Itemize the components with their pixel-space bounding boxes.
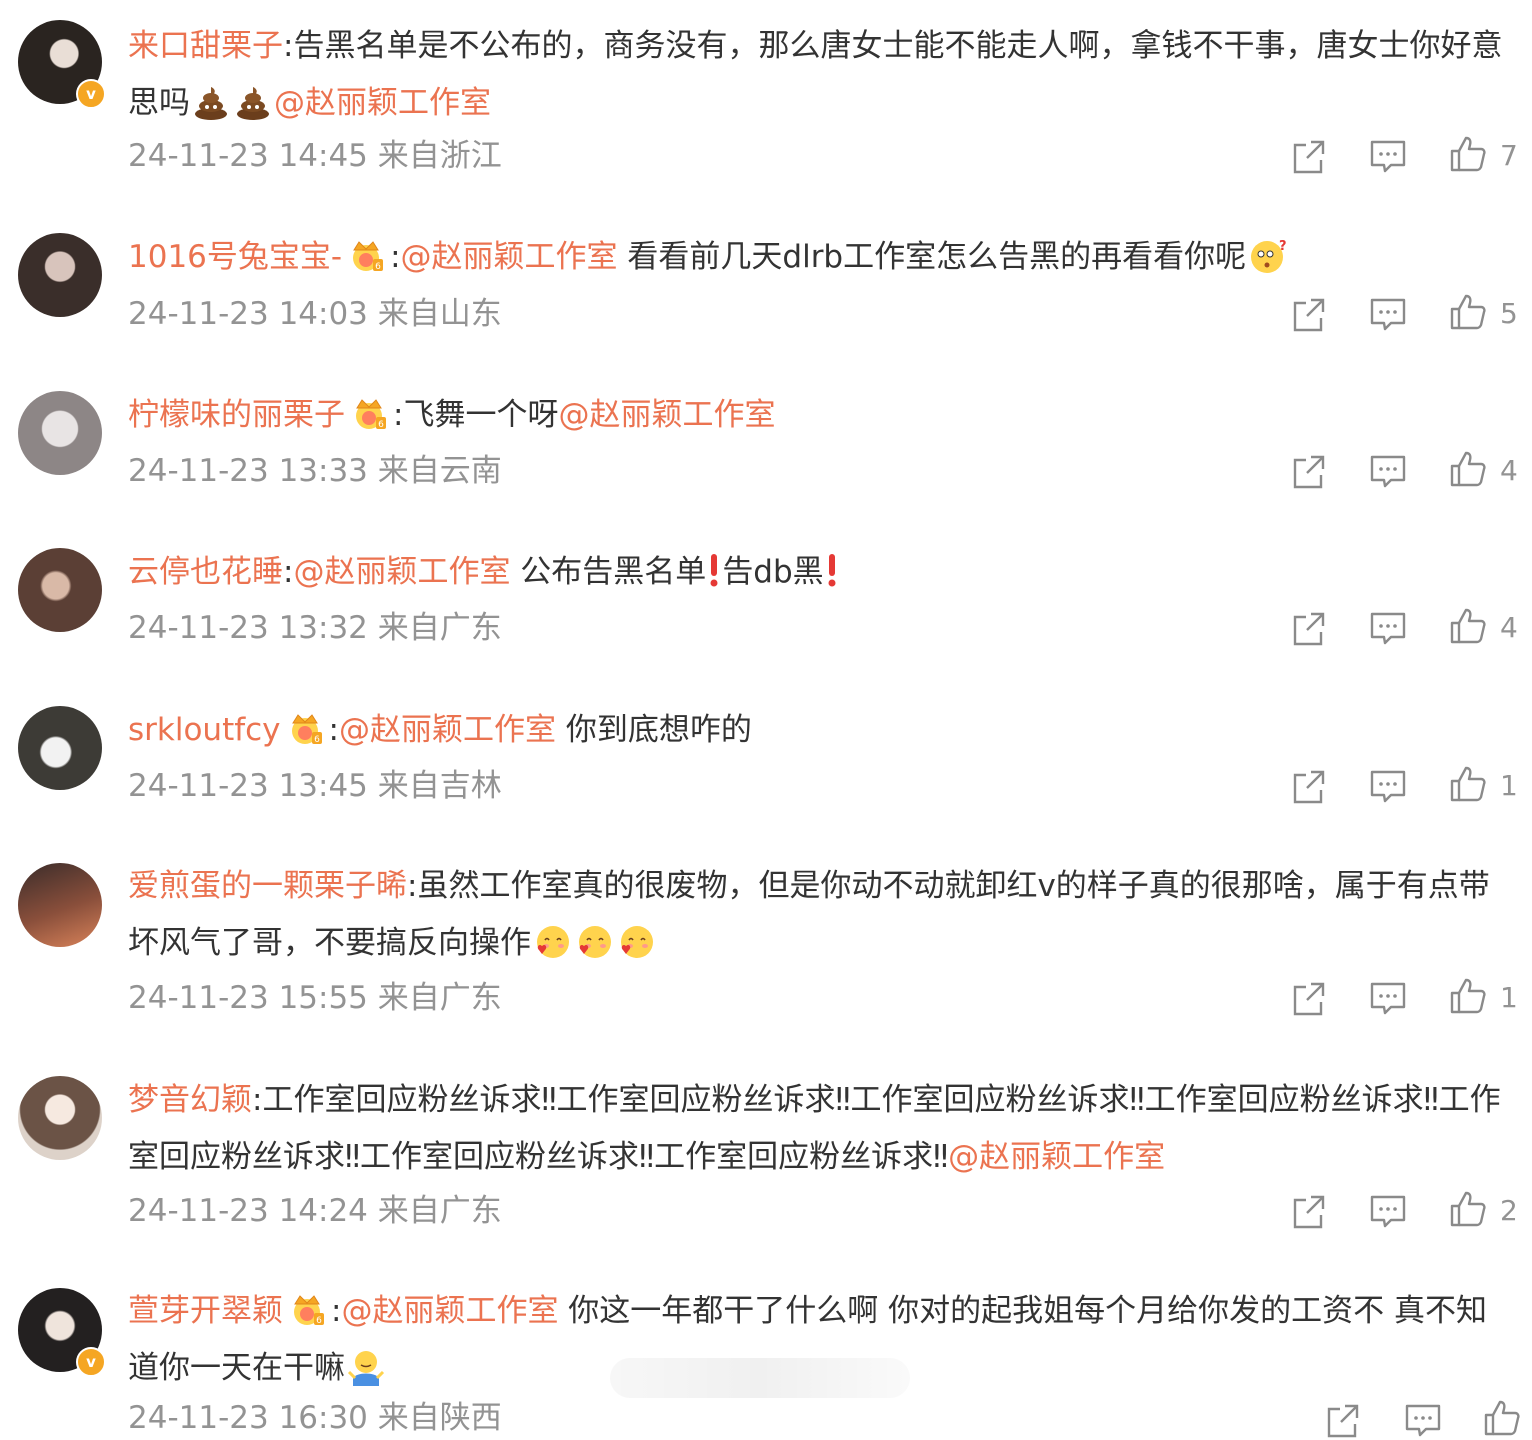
- comment-icon[interactable]: [1368, 766, 1408, 806]
- confused-emoji-icon: [1248, 237, 1286, 275]
- comment-text: :: [283, 554, 294, 590]
- comment-body: 云停也花睡:@赵丽颖工作室 公布告黑名单 告db黑: [128, 544, 1516, 601]
- comment-icon[interactable]: [1368, 136, 1408, 176]
- share-icon[interactable]: [1289, 978, 1329, 1018]
- username-link[interactable]: 梦音幻颖: [128, 1082, 252, 1118]
- verified-badge-icon: v: [76, 79, 106, 109]
- comment-icon[interactable]: [1368, 1191, 1408, 1231]
- username-link[interactable]: 柠檬味的丽栗子: [128, 397, 345, 433]
- comment-meta: 24-11-23 14:24 来自广东: [128, 1193, 502, 1229]
- crown-badge-icon: [346, 236, 386, 274]
- like-count: 1: [1500, 981, 1518, 1014]
- watermark-overlay: [610, 1358, 910, 1398]
- comment-icon[interactable]: [1368, 608, 1408, 648]
- comment-body: 1016号兔宝宝-:@赵丽颖工作室 看看前几天dlrb工作室怎么告黑的再看看你呢: [128, 229, 1516, 286]
- username-link[interactable]: 云停也花睡: [128, 554, 283, 590]
- like-count: 7: [1500, 139, 1518, 172]
- share-icon[interactable]: [1289, 608, 1329, 648]
- like-icon[interactable]: [1448, 1189, 1488, 1229]
- avatar[interactable]: [18, 863, 102, 947]
- mention-link[interactable]: @赵丽颖工作室: [948, 1139, 1165, 1175]
- like-icon[interactable]: [1448, 134, 1488, 174]
- like-icon[interactable]: [1448, 764, 1488, 804]
- comment-meta: 24-11-23 13:33 来自云南: [128, 453, 502, 489]
- mention-link[interactable]: @赵丽颖工作室: [293, 554, 510, 590]
- comment-text: :: [390, 239, 401, 275]
- like-icon[interactable]: [1482, 1398, 1522, 1438]
- share-icon[interactable]: [1289, 766, 1329, 806]
- comment-text: 看看前几天dlrb工作室怎么告黑的再看看你呢: [617, 239, 1247, 275]
- like-count: 1: [1500, 769, 1518, 802]
- comment-text: :: [328, 712, 339, 748]
- crown-badge-icon: [349, 394, 389, 432]
- comment-meta: 24-11-23 13:45 来自吉林: [128, 768, 502, 804]
- mention-link[interactable]: @赵丽颖工作室: [274, 85, 491, 121]
- love-emoji-icon: [533, 923, 571, 961]
- comment-text: 公布告黑名单: [510, 554, 707, 590]
- like-count: 4: [1500, 611, 1518, 644]
- comment-body: srkloutfcy:@赵丽颖工作室 你到底想咋的: [128, 702, 1516, 759]
- share-icon[interactable]: [1289, 136, 1329, 176]
- mention-link[interactable]: @赵丽颖工作室: [558, 397, 775, 433]
- avatar[interactable]: [18, 233, 102, 317]
- poop-emoji-icon: [234, 83, 272, 121]
- like-count: 2: [1500, 1194, 1518, 1227]
- mention-link[interactable]: @赵丽颖工作室: [401, 239, 618, 275]
- comment-icon[interactable]: [1368, 978, 1408, 1018]
- comment-body: 梦音幻颖:工作室回应粉丝诉求‼工作室回应粉丝诉求‼工作室回应粉丝诉求‼工作室回应…: [128, 1072, 1516, 1186]
- comment-body: 爱煎蛋的一颗栗子晞:虽然工作室真的很废物，但是你动不动就卸红v的样子真的很那啥，…: [128, 858, 1516, 972]
- comment-meta: 24-11-23 16:30 来自陕西: [128, 1400, 502, 1436]
- love-emoji-icon: [617, 923, 655, 961]
- share-icon[interactable]: [1289, 451, 1329, 491]
- username-link[interactable]: 1016号兔宝宝-: [128, 239, 342, 275]
- shrug-emoji-icon: [347, 1348, 385, 1386]
- like-icon[interactable]: [1448, 449, 1488, 489]
- like-count: 4: [1500, 454, 1518, 487]
- crown-badge-icon: [285, 709, 325, 747]
- like-icon[interactable]: [1448, 976, 1488, 1016]
- username-link[interactable]: 萱芽开翠颖: [128, 1293, 283, 1329]
- avatar[interactable]: [18, 1076, 102, 1160]
- like-icon[interactable]: [1448, 292, 1488, 332]
- username-link[interactable]: 来口甜栗子: [128, 28, 283, 64]
- exclamation-emoji-icon: [708, 552, 720, 588]
- comment-icon[interactable]: [1368, 294, 1408, 334]
- comment-meta: 24-11-23 15:55 来自广东: [128, 980, 502, 1016]
- comment-meta: 24-11-23 14:03 来自山东: [128, 296, 502, 332]
- share-icon[interactable]: [1323, 1400, 1363, 1440]
- crown-badge-icon: [287, 1290, 327, 1328]
- mention-link[interactable]: @赵丽颖工作室: [339, 712, 556, 748]
- comment-meta: 24-11-23 14:45 来自浙江: [128, 138, 502, 174]
- comment-text: :工作室回应粉丝诉求‼工作室回应粉丝诉求‼工作室回应粉丝诉求‼工作室回应粉丝诉求…: [128, 1082, 1501, 1175]
- comment-text: 告db黑: [722, 554, 824, 590]
- love-emoji-icon: [575, 923, 613, 961]
- comment-icon[interactable]: [1403, 1400, 1443, 1440]
- mention-link[interactable]: @赵丽颖工作室: [341, 1293, 558, 1329]
- comment-text: :: [331, 1293, 342, 1329]
- username-link[interactable]: 爱煎蛋的一颗栗子晞: [128, 868, 407, 904]
- avatar[interactable]: [18, 548, 102, 632]
- share-icon[interactable]: [1289, 294, 1329, 334]
- verified-badge-icon: v: [76, 1347, 106, 1377]
- like-icon[interactable]: [1448, 606, 1488, 646]
- comment-body: 来口甜栗子:告黑名单是不公布的，商务没有，那么唐女士能不能走人啊，拿钱不干事，唐…: [128, 18, 1516, 132]
- username-link[interactable]: srkloutfcy: [128, 712, 281, 748]
- comment-body: 柠檬味的丽栗子 :飞舞一个呀@赵丽颖工作室: [128, 387, 1516, 444]
- comment-meta: 24-11-23 13:32 来自广东: [128, 610, 502, 646]
- share-icon[interactable]: [1289, 1191, 1329, 1231]
- comment-text: 你到底想咋的: [556, 712, 752, 748]
- comment-text: :飞舞一个呀: [393, 397, 559, 433]
- exclamation-emoji-icon: [826, 552, 838, 588]
- poop-emoji-icon: [192, 83, 230, 121]
- avatar[interactable]: [18, 706, 102, 790]
- avatar[interactable]: [18, 391, 102, 475]
- like-count: 5: [1500, 297, 1518, 330]
- comment-icon[interactable]: [1368, 451, 1408, 491]
